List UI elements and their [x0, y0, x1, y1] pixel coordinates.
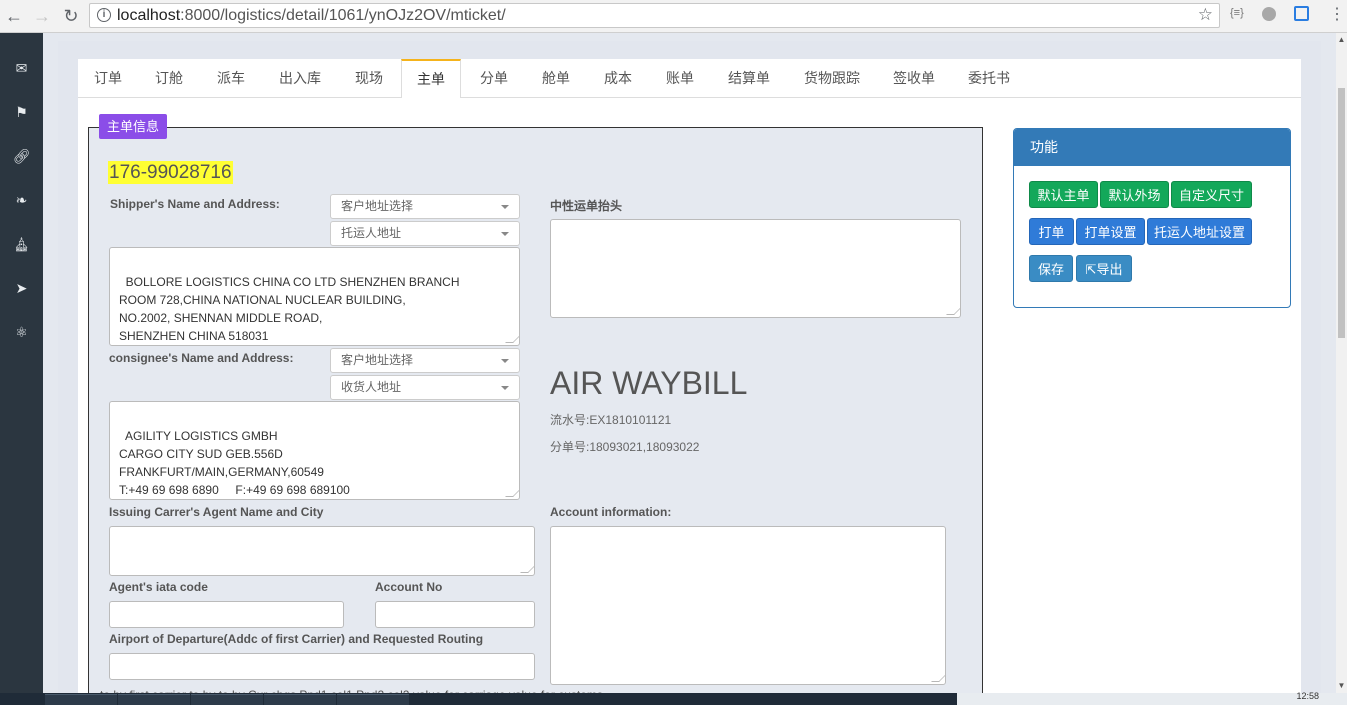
link-icon[interactable]: 🔗︎ [0, 148, 43, 165]
agent-textarea[interactable] [109, 526, 535, 576]
rocket-icon[interactable]: ➤ [0, 280, 43, 297]
tab-receipt[interactable]: 签收单 [877, 59, 951, 98]
leaf-icon[interactable]: ❧ [0, 192, 43, 209]
iata-code-input[interactable] [109, 601, 344, 628]
caret-down-icon [501, 386, 509, 390]
export-icon: ⇱ [1085, 262, 1097, 277]
export-label: 导出 [1096, 262, 1123, 277]
textarea-value: BOLLORE LOGISTICS CHINA CO LTD SHENZHEN … [119, 275, 460, 343]
custom-size-button[interactable]: 自定义尺寸 [1171, 181, 1252, 208]
taskbar-app-1[interactable] [45, 694, 117, 705]
neutral-header-textarea[interactable] [550, 219, 961, 318]
resize-grip-icon[interactable] [520, 565, 534, 573]
resize-grip-icon[interactable] [946, 307, 960, 315]
serial-number: 流水号:EX1810101121 [550, 413, 672, 427]
resize-grip-icon[interactable] [505, 335, 519, 343]
print-button[interactable]: 打单 [1029, 218, 1074, 245]
address-bar[interactable]: i localhost:8000/logistics/detail/1061/y… [89, 3, 1220, 28]
tab-manifest[interactable]: 舱单 [525, 59, 587, 98]
shipper-customer-address-select[interactable]: 客户地址选择 [330, 194, 520, 219]
shipper-address-settings-button[interactable]: 托运人地址设置 [1147, 218, 1252, 245]
tree-icon[interactable]: ⚛ [0, 324, 43, 341]
taskbar-app-2[interactable] [118, 694, 190, 705]
os-taskbar: 12:58 [0, 691, 1347, 705]
airport-departure-label: Airport of Departure(Addc of first Carri… [109, 632, 484, 646]
default-warehouse-button[interactable]: 默认外场 [1100, 181, 1169, 208]
caret-down-icon [501, 359, 509, 363]
function-panel: 功能 默认主单 默认外场 自定义尺寸 打单 打单设置 托运人地址设置 保存 ⇱导… [1013, 128, 1291, 308]
taskbar-app-5[interactable] [337, 694, 409, 705]
tab-bill[interactable]: 账单 [649, 59, 711, 98]
tab-master-bill[interactable]: 主单 [401, 59, 461, 99]
mail-icon[interactable]: ✉ [0, 60, 43, 77]
consignee-address-textarea[interactable]: AGILITY LOGISTICS GMBH CARGO CITY SUD GE… [109, 401, 520, 500]
default-master-button[interactable]: 默认主单 [1029, 181, 1098, 208]
shipper-address-textarea[interactable]: BOLLORE LOGISTICS CHINA CO LTD SHENZHEN … [109, 247, 520, 346]
select-value: 托运人地址 [341, 226, 402, 240]
forward-icon[interactable]: → [32, 6, 52, 26]
caret-down-icon [501, 232, 509, 236]
account-no-label: Account No [375, 580, 443, 594]
profile-extension-icon[interactable] [1262, 7, 1276, 21]
menu-dots-icon[interactable]: ⋮ [1329, 4, 1345, 24]
tab-warehouse[interactable]: 出入库 [262, 59, 338, 98]
tab-dispatch[interactable]: 派车 [200, 59, 262, 98]
resize-grip-icon[interactable] [505, 489, 519, 497]
url-text: localhost:8000/logistics/detail/1061/ynO… [117, 7, 506, 24]
airport-departure-input[interactable] [109, 653, 535, 680]
taskbar-app-3[interactable] [191, 694, 263, 705]
consignee-label: consignee's Name and Address: [109, 351, 294, 365]
export-button[interactable]: ⇱导出 [1076, 255, 1132, 282]
info-icon[interactable]: i [97, 8, 111, 22]
taskbar-clock: 12:58 [1296, 691, 1319, 701]
account-no-input[interactable] [375, 601, 535, 628]
tab-booking[interactable]: 订舱 [138, 59, 200, 98]
caret-down-icon [501, 205, 509, 209]
house-bill-numbers: 分单号:18093021,18093022 [550, 440, 700, 454]
page-scrollbar[interactable]: ▲ ▼ [1336, 33, 1347, 693]
detail-tabs: 订单 订舱 派车 出入库 现场 主单 分单 舱单 成本 账单 结算单 货物跟踪 … [78, 59, 1301, 99]
fieldset-legend: 主单信息 [99, 114, 167, 139]
translate-extension-icon[interactable] [1294, 6, 1309, 21]
air-waybill-title: AIR WAYBILL [550, 365, 748, 401]
tab-site[interactable]: 现场 [338, 59, 400, 98]
account-info-textarea[interactable] [550, 526, 946, 685]
tab-power-of-attorney[interactable]: 委托书 [951, 59, 1027, 98]
reload-icon[interactable]: ↻ [61, 6, 81, 26]
tab-settlement[interactable]: 结算单 [711, 59, 787, 98]
iata-code-label: Agent's iata code [109, 580, 208, 594]
select-value: 客户地址选择 [341, 199, 414, 213]
json-extension-icon[interactable]: {≡} [1230, 7, 1244, 19]
textarea-value: AGILITY LOGISTICS GMBH CARGO CITY SUD GE… [119, 429, 350, 497]
function-panel-title: 功能 [1014, 129, 1290, 166]
select-value: 收货人地址 [341, 380, 402, 394]
consignee-customer-address-select[interactable]: 客户地址选择 [330, 348, 520, 373]
left-sidebar: ✉ ⚑ 🔗︎ ❧ ⛪︎ ➤ ⚛ [0, 33, 43, 693]
back-icon[interactable]: ← [4, 6, 24, 26]
tab-cost[interactable]: 成本 [587, 59, 649, 98]
consignee-address-select[interactable]: 收货人地址 [330, 375, 520, 400]
system-tray: 12:58 [957, 691, 1347, 705]
bank-icon[interactable]: ⛪︎ [0, 236, 43, 253]
save-button[interactable]: 保存 [1029, 255, 1073, 282]
shipper-address-select[interactable]: 托运人地址 [330, 221, 520, 246]
account-info-label: Account information: [550, 505, 672, 519]
bookmark-star-icon[interactable]: ☆ [1198, 5, 1213, 25]
agent-label: Issuing Carrer's Agent Name and City [109, 505, 324, 519]
shipper-label: Shipper's Name and Address: [110, 197, 280, 211]
neutral-header-label: 中性运单抬头 [550, 199, 623, 213]
flag-icon[interactable]: ⚑ [0, 104, 43, 121]
resize-grip-icon[interactable] [931, 674, 945, 682]
mawb-number: 176-99028716 [108, 161, 233, 184]
print-settings-button[interactable]: 打单设置 [1076, 218, 1145, 245]
select-value: 客户地址选择 [341, 353, 414, 367]
scroll-down-icon[interactable]: ▼ [1336, 681, 1347, 690]
scroll-up-icon[interactable]: ▲ [1336, 35, 1347, 44]
taskbar-app-4[interactable] [264, 694, 336, 705]
tab-tracking[interactable]: 货物跟踪 [787, 59, 877, 98]
browser-toolbar: ← → ↻ i localhost:8000/logistics/detail/… [0, 0, 1347, 33]
tab-house-bill[interactable]: 分单 [463, 59, 525, 98]
tab-order[interactable]: 订单 [78, 59, 138, 98]
scroll-thumb[interactable] [1338, 88, 1345, 338]
